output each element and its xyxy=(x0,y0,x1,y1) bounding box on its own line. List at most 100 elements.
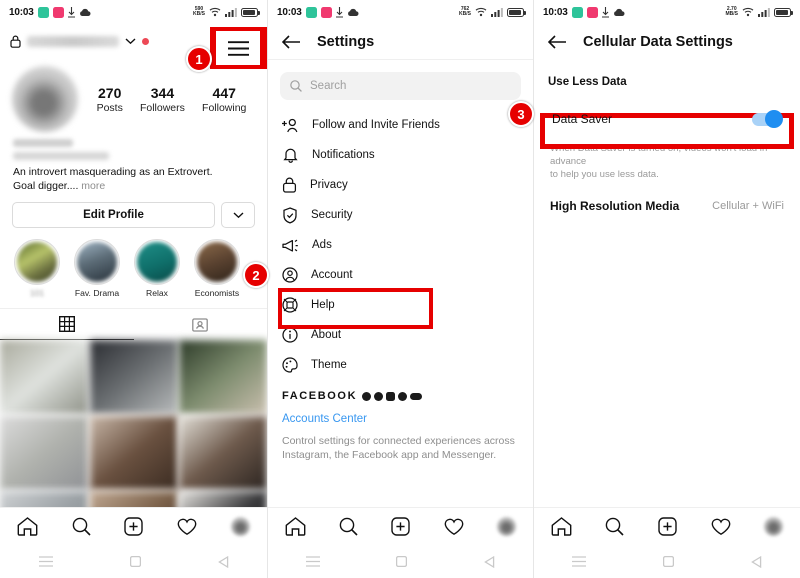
avatar[interactable] xyxy=(12,66,78,132)
recents-icon[interactable] xyxy=(306,556,321,567)
grid-photo[interactable] xyxy=(89,415,178,490)
profile-bio: An introvert masquerading as an Extrover… xyxy=(0,160,267,193)
stat-posts[interactable]: 270 Posts xyxy=(97,85,123,114)
panel-instagram-profile: 10:03 590 KB/S 1 270 Posts 344 Followers… xyxy=(0,0,267,578)
nav-avatar[interactable] xyxy=(764,517,784,536)
back-arrow-icon[interactable] xyxy=(282,34,301,49)
stat-following-label: Following xyxy=(202,101,247,114)
highlight-item[interactable]: 101 xyxy=(14,239,60,298)
data-saver-row[interactable]: Data Saver xyxy=(534,106,800,132)
back-arrow-icon[interactable] xyxy=(548,35,567,49)
facebook-desc-line-2: Instagram, the Facebook app and Messenge… xyxy=(282,449,497,461)
chevron-down-icon[interactable] xyxy=(125,37,136,45)
add-icon[interactable] xyxy=(124,517,144,536)
hamburger-menu-button[interactable] xyxy=(216,31,260,65)
back-icon[interactable] xyxy=(483,555,495,568)
settings-item-label: Ads xyxy=(312,239,332,251)
search-input[interactable]: Search xyxy=(280,72,521,100)
profile-more-button[interactable] xyxy=(221,202,255,228)
facebook-title-row: FACEBOOK xyxy=(282,390,519,402)
settings-item-follow-invite[interactable]: Follow and Invite Friends xyxy=(268,110,533,140)
home-square-icon[interactable] xyxy=(662,556,674,567)
add-icon[interactable] xyxy=(391,517,411,536)
cloud-icon xyxy=(613,8,625,16)
grid-photo[interactable] xyxy=(179,340,267,414)
profile-tabs xyxy=(0,308,267,340)
highlight-item[interactable]: Relax xyxy=(134,239,180,298)
home-square-icon[interactable] xyxy=(396,556,408,567)
wifi-icon xyxy=(742,7,754,17)
search-icon[interactable] xyxy=(605,517,624,536)
search-icon[interactable] xyxy=(339,517,358,536)
grid-photo[interactable] xyxy=(89,340,178,414)
home-square-icon[interactable] xyxy=(129,556,141,567)
settings-item-label: Account xyxy=(311,269,353,281)
settings-item-theme[interactable]: Theme xyxy=(268,350,533,380)
bottom-navigation-panel1 xyxy=(0,507,267,545)
settings-item-label: Privacy xyxy=(310,179,348,191)
heart-icon[interactable] xyxy=(444,518,464,536)
facebook-desc-line-1: Control settings for connected experienc… xyxy=(282,435,515,447)
settings-item-notifications[interactable]: Notifications xyxy=(268,140,533,170)
settings-menu: Follow and Invite Friends Notifications … xyxy=(268,106,533,380)
highlight-label: Fav. Drama xyxy=(74,288,120,298)
tab-grid[interactable] xyxy=(0,309,134,340)
status-bar-panel3: 10:03 2.70 MB/S xyxy=(534,0,800,24)
highlight-item[interactable]: Fav. Drama xyxy=(74,239,120,298)
grid-photo[interactable] xyxy=(0,415,88,490)
tab-tagged[interactable] xyxy=(134,309,268,340)
heart-icon[interactable] xyxy=(711,518,731,536)
stat-following-count: 447 xyxy=(212,84,236,101)
portal-icon xyxy=(410,392,423,400)
facebook-label: FACEBOOK xyxy=(282,390,358,402)
status-time: 10:03 xyxy=(9,6,34,18)
accounts-center-link[interactable]: Accounts Center xyxy=(282,413,519,425)
back-icon[interactable] xyxy=(750,555,762,568)
add-icon[interactable] xyxy=(658,517,677,536)
settings-item-security[interactable]: Security xyxy=(268,200,533,230)
home-icon[interactable] xyxy=(17,517,38,536)
bio-more-link[interactable]: more xyxy=(81,180,105,192)
nav-avatar[interactable] xyxy=(497,517,517,536)
status-time: 10:03 xyxy=(543,6,568,18)
wifi-icon xyxy=(475,7,487,17)
back-icon[interactable] xyxy=(217,555,229,568)
megaphone-icon xyxy=(282,239,298,252)
nav-avatar[interactable] xyxy=(231,517,251,536)
data-saver-label: Data Saver xyxy=(552,112,613,126)
home-icon[interactable] xyxy=(551,517,572,536)
high-resolution-media-row[interactable]: High Resolution Media Cellular + WiFi xyxy=(534,181,800,213)
system-navigation-panel1 xyxy=(0,545,267,578)
system-navigation-panel2 xyxy=(268,545,533,578)
lock-icon xyxy=(282,177,297,193)
high-resolution-media-label: High Resolution Media xyxy=(550,199,680,213)
grid-photo[interactable] xyxy=(0,340,88,414)
settings-item-label: Notifications xyxy=(312,149,375,161)
bottom-navigation-panel3 xyxy=(534,507,800,545)
highlight-item[interactable]: Economists xyxy=(194,239,240,298)
recents-icon[interactable] xyxy=(38,556,53,567)
cellular-signal-icon xyxy=(491,8,503,17)
stat-followers[interactable]: 344 Followers xyxy=(140,85,185,114)
grid-photo[interactable] xyxy=(179,415,267,490)
facebook-app-icons xyxy=(362,391,423,401)
shield-check-icon xyxy=(283,206,297,224)
data-saver-toggle[interactable] xyxy=(752,110,783,128)
facebook-description: Control settings for connected experienc… xyxy=(282,434,519,462)
settings-item-privacy[interactable]: Privacy xyxy=(268,170,533,200)
stat-following[interactable]: 447 Following xyxy=(202,85,246,114)
search-icon[interactable] xyxy=(72,517,91,536)
hamburger-icon xyxy=(227,40,249,56)
battery-icon xyxy=(774,7,793,17)
app-notification-icon-pink xyxy=(320,6,332,18)
search-placeholder: Search xyxy=(310,80,347,92)
heart-icon[interactable] xyxy=(177,518,197,536)
bottom-navigation-panel2 xyxy=(268,507,533,545)
facebook-section: FACEBOOK Accounts Center Control setting… xyxy=(268,380,533,462)
settings-item-account[interactable]: Account xyxy=(268,260,533,290)
settings-item-ads[interactable]: Ads xyxy=(268,230,533,260)
recents-icon[interactable] xyxy=(572,556,587,567)
edit-profile-button[interactable]: Edit Profile xyxy=(12,202,215,228)
home-icon[interactable] xyxy=(285,517,306,536)
data-saver-desc-line-2: to help you use less data. xyxy=(550,169,659,180)
